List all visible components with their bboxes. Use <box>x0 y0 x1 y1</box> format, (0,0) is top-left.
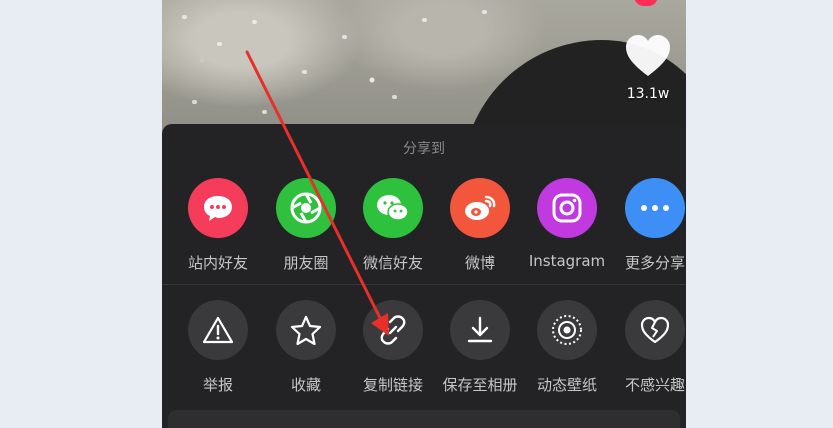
wechat-icon <box>363 178 423 238</box>
weibo-icon <box>450 178 510 238</box>
link-icon <box>363 300 423 360</box>
video-pebble <box>192 100 197 104</box>
cancel-bar[interactable] <box>168 410 680 428</box>
action-label: 收藏 <box>290 376 321 394</box>
action-label: 保存至相册 <box>442 376 518 394</box>
instagram-icon <box>537 178 597 238</box>
sheet-divider <box>162 284 686 285</box>
share-target-instagram[interactable]: Instagram <box>523 178 611 270</box>
share-target-label: Instagram <box>528 252 606 270</box>
live-wallpaper-icon <box>537 300 597 360</box>
more-icon <box>625 178 685 238</box>
share-target-label: 更多分享 <box>624 254 685 272</box>
video-pebble <box>262 110 267 114</box>
video-pebble <box>217 42 222 46</box>
action-save-to-album[interactable]: 保存至相册 <box>436 300 524 395</box>
action-label: 复制链接 <box>362 376 423 394</box>
broken-heart-icon <box>625 300 685 360</box>
download-icon <box>450 300 510 360</box>
video-pebble <box>182 15 187 19</box>
video-pebble <box>392 95 397 99</box>
action-copy-link[interactable]: 复制链接 <box>349 300 437 395</box>
share-target-in-app-friend[interactable]: 站内好友 <box>174 178 262 273</box>
heart-icon[interactable] <box>622 30 674 82</box>
share-target-label: 微信好友 <box>362 254 423 272</box>
action-live-wallpaper[interactable]: 动态壁纸 <box>523 300 611 395</box>
share-target-weibo[interactable]: 微博 <box>436 178 524 273</box>
share-sheet-title: 分享到 <box>403 141 445 157</box>
video-pebble <box>252 20 257 24</box>
action-favorite[interactable]: 收藏 <box>262 300 350 395</box>
chat-bubble-icon <box>188 178 248 238</box>
share-target-wechat-friend[interactable]: 微信好友 <box>349 178 437 273</box>
share-target-moments[interactable]: 朋友圈 <box>262 178 350 273</box>
share-target-label: 微博 <box>464 254 495 272</box>
action-label: 不感兴趣 <box>624 376 685 394</box>
like-count: 13.1w <box>626 86 670 102</box>
share-target-more[interactable]: 更多分享 <box>611 178 686 273</box>
phone-screen: 13.1w 分享到 站内好友 朋友圈 微信好友 微博 Instagram 更多分… <box>162 0 686 428</box>
action-label: 举报 <box>202 376 233 394</box>
video-pebble <box>482 10 487 14</box>
video-pebble <box>422 18 427 22</box>
video-pebble <box>342 35 347 39</box>
action-report[interactable]: 举报 <box>174 300 262 395</box>
share-target-label: 朋友圈 <box>283 254 329 272</box>
share-sheet: 分享到 站内好友 朋友圈 微信好友 微博 Instagram 更多分享 举报 收… <box>162 124 686 428</box>
action-not-interested[interactable]: 不感兴趣 <box>611 300 686 395</box>
warning-icon <box>188 300 248 360</box>
share-target-label: 站内好友 <box>187 254 248 272</box>
star-icon <box>276 300 336 360</box>
moments-icon <box>276 178 336 238</box>
video-pebble <box>302 70 307 74</box>
action-label: 动态壁纸 <box>536 376 597 394</box>
